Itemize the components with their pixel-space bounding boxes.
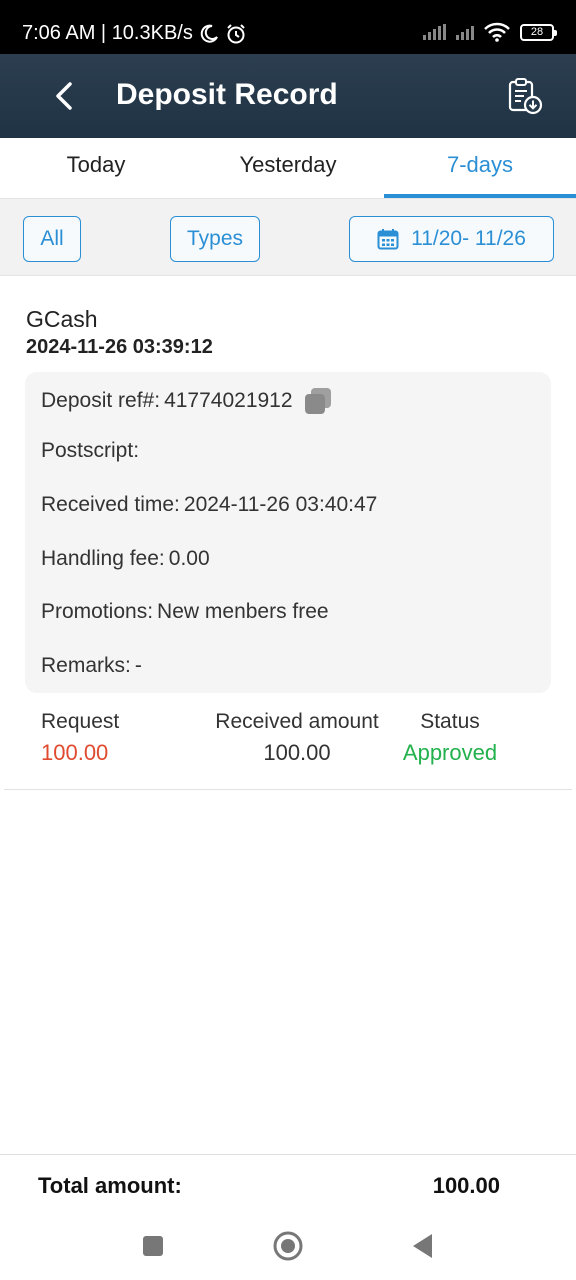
back-nav-button[interactable] <box>410 1232 434 1260</box>
home-button[interactable] <box>272 1230 304 1262</box>
signal-off-icon <box>456 24 474 40</box>
tab-7-days[interactable]: 7-days <box>384 138 576 198</box>
recents-button[interactable] <box>141 1234 165 1258</box>
received-amount: 100.00 <box>263 740 331 765</box>
promotions-row: Promotions: New menbers free <box>41 600 329 624</box>
postscript-row: Postscript: <box>41 439 139 463</box>
battery-icon: 28 <box>520 23 557 41</box>
record-details-panel: Deposit ref#: 41774021912 Postscript: Re… <box>25 372 551 693</box>
app-header: Deposit Record <box>0 54 576 138</box>
request-amount: 100.00 <box>41 740 109 765</box>
date-range-button[interactable]: 11/20- 11/26 <box>349 216 554 262</box>
tab-yesterday[interactable]: Yesterday <box>192 138 384 198</box>
payment-method: GCash <box>26 306 98 332</box>
received-time-value: 2024-11-26 03:40:47 <box>183 493 378 516</box>
back-button[interactable] <box>46 78 82 114</box>
record-datetime: 2024-11-26 03:39:12 <box>26 336 213 358</box>
copy-icon[interactable] <box>303 386 333 416</box>
status-bar: 7:06 AM | 10.3KB/s 28 <box>0 0 576 54</box>
remarks-row: Remarks: - <box>41 654 142 678</box>
status-right: 28 <box>423 22 557 42</box>
record-export-icon[interactable] <box>504 76 544 116</box>
total-bar: Total amount: 100.00 <box>0 1154 576 1214</box>
remarks-label: Remarks: <box>41 654 131 677</box>
status-label: Status <box>420 710 480 733</box>
deposit-ref-label: Deposit ref#: <box>41 389 161 412</box>
total-amount-label: Total amount: <box>38 1173 182 1198</box>
deposit-record-card[interactable]: GCash 2024-11-26 03:39:12 Deposit ref#: … <box>4 284 572 790</box>
status-left: 7:06 AM | 10.3KB/s <box>22 22 247 45</box>
moon-icon <box>200 24 218 43</box>
received-time-row: Received time: 2024-11-26 03:40:47 <box>41 493 377 517</box>
filter-bar: All Types 11/20- 11/26 <box>0 198 576 276</box>
handling-fee-label: Handling fee: <box>41 547 165 570</box>
calendar-icon <box>377 229 399 250</box>
postscript-label: Postscript: <box>41 439 140 462</box>
wifi-icon <box>484 22 510 42</box>
record-summary: Request 100.00 Received amount 100.00 St… <box>4 710 572 780</box>
status-badge: Approved <box>402 740 498 765</box>
received-amount-label: Received amount <box>215 710 379 733</box>
signal-icon <box>423 24 446 40</box>
deposit-ref-value: 41774021912 <box>164 389 293 412</box>
date-tabs: Today Yesterday 7-days <box>0 138 576 198</box>
date-range-label: 11/20- 11/26 <box>411 227 526 250</box>
total-amount-value: 100.00 <box>432 1173 500 1198</box>
system-nav-bar <box>0 1214 576 1280</box>
deposit-ref-row: Deposit ref#: 41774021912 <box>41 386 333 416</box>
filter-types-button[interactable]: Types <box>170 216 260 262</box>
status-time: 7:06 AM | 10.3KB/s <box>22 22 193 44</box>
promotions-label: Promotions: <box>41 600 154 623</box>
handling-fee-value: 0.00 <box>168 547 210 570</box>
request-label: Request <box>41 710 120 733</box>
alarm-icon <box>227 23 245 43</box>
promotions-value: New menbers free <box>157 600 329 623</box>
handling-fee-row: Handling fee: 0.00 <box>41 547 210 571</box>
page-title: Deposit Record <box>116 78 338 111</box>
tab-today[interactable]: Today <box>0 138 192 198</box>
request-column: Request 100.00 <box>41 710 119 766</box>
filter-all-button[interactable]: All <box>23 216 81 262</box>
received-column: Received amount 100.00 <box>207 710 387 766</box>
remarks-value: - <box>134 654 142 677</box>
received-time-label: Received time: <box>41 493 180 516</box>
status-column: Status Approved <box>400 710 500 766</box>
